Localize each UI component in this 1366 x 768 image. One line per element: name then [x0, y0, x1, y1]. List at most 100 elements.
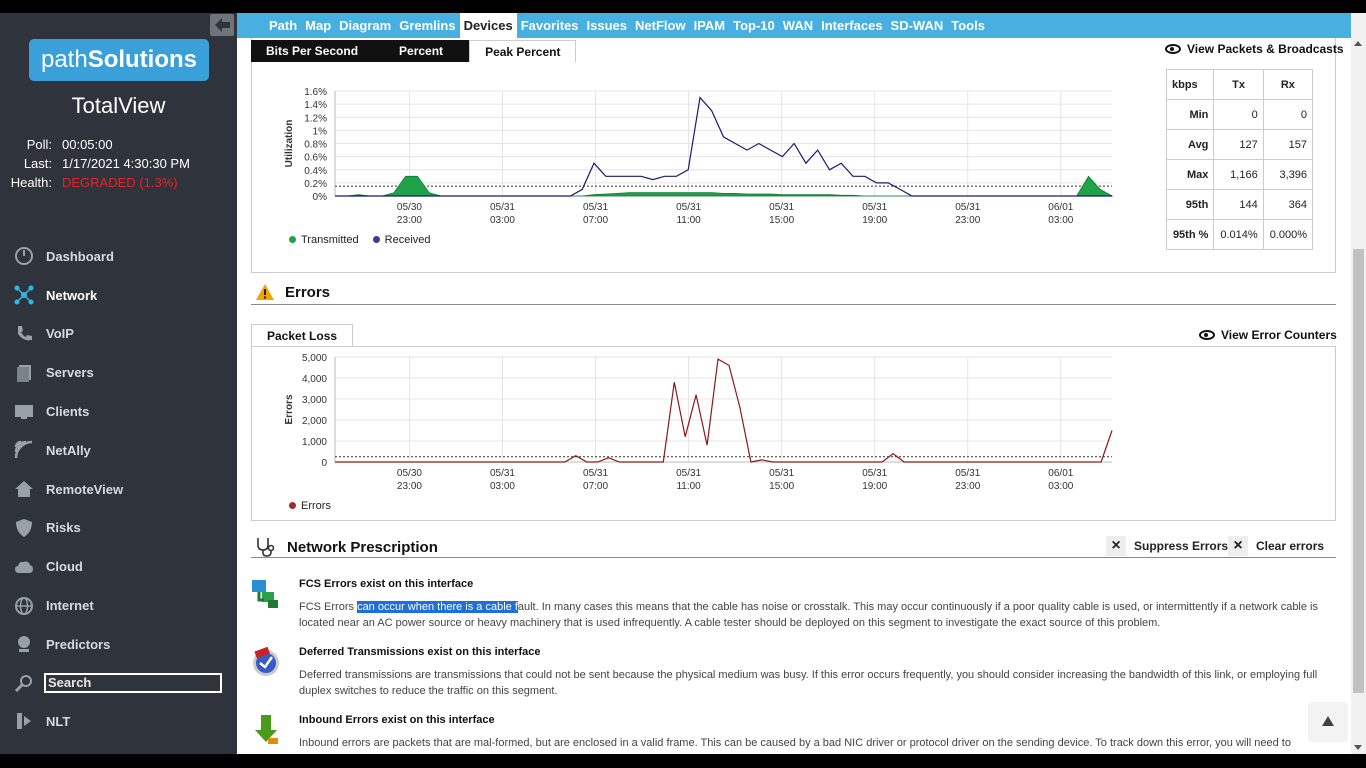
tab-ipam[interactable]: IPAM	[690, 13, 730, 38]
sidebar-item-voip[interactable]: VoIP	[0, 315, 237, 354]
sidebar-item-dashboard[interactable]: Dashboard	[0, 237, 237, 276]
view-error-counters-link[interactable]: View Error Counters	[1199, 328, 1337, 342]
sidebar-item-label: Clients	[46, 404, 90, 420]
tab-packet-loss[interactable]: Packet Loss	[251, 324, 354, 346]
collapse-sidebar-button[interactable]	[210, 14, 234, 36]
prescription-item-fcs: FCS Errors exist on this interface FCS E…	[250, 578, 1340, 638]
errors-section-title: Errors	[255, 283, 330, 301]
stethoscope-icon	[257, 538, 275, 557]
sidebar-item-remoteview[interactable]: RemoteView	[0, 470, 237, 509]
x-tick-label: 06/01	[1048, 468, 1073, 479]
prescription-item-inbound: Inbound Errors exist on this interface I…	[250, 714, 1340, 754]
tab-wan[interactable]: WAN	[779, 13, 817, 38]
x-tick-label: 03:00	[1048, 215, 1073, 226]
y-tick-label: 4,000	[302, 374, 327, 385]
tab-top10[interactable]: Top-10	[729, 13, 779, 38]
product-name: TotalView	[71, 93, 166, 118]
health-label: Health:	[10, 175, 52, 190]
utilization-tabs: Bits Per Second Percent Peak Percent	[251, 40, 577, 62]
sidebar-item-servers[interactable]: Servers	[0, 353, 237, 392]
tab-tools[interactable]: Tools	[947, 13, 989, 38]
clear-errors-button[interactable]: × Clear errors	[1228, 536, 1324, 556]
vertical-scrollbar[interactable]	[1351, 13, 1366, 754]
y-tick-label: 3,000	[302, 395, 327, 406]
prescription-title: Deferred Transmissions exist on this int…	[299, 646, 541, 658]
tab-favorites[interactable]: Favorites	[517, 13, 583, 38]
tab-path[interactable]: Path	[265, 13, 301, 38]
shield-icon	[13, 518, 35, 538]
cloud-icon	[13, 557, 35, 577]
y-tick-label: 1,000	[302, 437, 327, 448]
sidebar-item-label: Predictors	[46, 636, 111, 652]
x-tick-label: 05/31	[583, 202, 608, 213]
sidebar-item-label: Network	[46, 287, 98, 303]
x-tick-label: 03:00	[490, 215, 515, 226]
top-navigation: Path Map Diagram Gremlins Devices Favori…	[237, 13, 1351, 38]
tab-map[interactable]: Map	[301, 13, 335, 38]
tab-devices[interactable]: Devices	[459, 13, 517, 38]
sidebar-item-label: NetAlly	[46, 442, 91, 458]
x-tick-label: 07:00	[583, 481, 608, 492]
x-tick-label: 05/31	[862, 468, 887, 479]
sidebar-item-cloud[interactable]: Cloud	[0, 547, 237, 586]
scroll-thumb[interactable]	[1353, 249, 1364, 693]
x-tick-label: 23:00	[955, 481, 980, 492]
sidebar-item-network[interactable]: Network	[0, 276, 237, 315]
inbound-arrow-icon	[255, 715, 278, 744]
sidebar-item-predictors[interactable]: Predictors	[0, 625, 237, 664]
sidebar-item-risks[interactable]: Risks	[0, 509, 237, 548]
y-tick-label: 1%	[313, 126, 328, 137]
y-tick-label: 1.6%	[304, 87, 327, 98]
pathsolutions-logo: pathSolutions	[29, 39, 209, 81]
tab-sdwan[interactable]: SD-WAN	[887, 13, 948, 38]
x-tick-label: 15:00	[769, 215, 794, 226]
table-row: 95th % 0.014% 0.000%	[1165, 219, 1314, 250]
x-tick-label: 05/31	[955, 468, 980, 479]
x-tick-label: 23:00	[397, 215, 422, 226]
top-black-bar	[0, 0, 1366, 13]
sidebar-item-label: Internet	[46, 598, 94, 614]
clear-errors-label: Clear errors	[1256, 539, 1325, 553]
signal-icon	[13, 440, 35, 460]
gauge-icon	[13, 246, 35, 266]
x-tick-label: 05/31	[769, 202, 794, 213]
tab-gremlins[interactable]: Gremlins	[395, 13, 459, 38]
eye-icon	[1199, 330, 1215, 340]
sidebar-item-nlt[interactable]: NLT	[0, 702, 237, 741]
sidebar-item-internet[interactable]: Internet	[0, 586, 237, 625]
scroll-down-arrow-icon[interactable]	[1354, 745, 1362, 750]
tab-netflow[interactable]: NetFlow	[631, 13, 690, 38]
y-tick-label: 2,000	[302, 416, 327, 427]
scroll-up-arrow-icon[interactable]	[1354, 41, 1362, 46]
tab-issues[interactable]: Issues	[583, 13, 631, 38]
tab-peak-percent[interactable]: Peak Percent	[469, 40, 577, 62]
tab-diagram[interactable]: Diagram	[335, 13, 395, 38]
table-row: Max 1,166 3,396	[1165, 159, 1314, 190]
tab-bits-per-second[interactable]: Bits Per Second	[251, 40, 374, 62]
search-input[interactable]	[44, 672, 222, 693]
close-icon: ×	[1106, 536, 1126, 556]
series-received-line	[335, 96, 1112, 197]
server-icon	[13, 363, 35, 383]
view-packets-broadcasts-link[interactable]: View Packets & Broadcasts	[1165, 42, 1344, 56]
prescription-body: Deferred transmissions are transmissions…	[299, 669, 1318, 697]
x-tick-label: 05/31	[955, 202, 980, 213]
sidebar-nav: Dashboard Network VoIP Servers Clients N…	[0, 237, 237, 741]
suppress-errors-button[interactable]: × Suppress Errors	[1106, 536, 1228, 556]
sidebar-item-label: Servers	[46, 365, 94, 381]
tab-percent[interactable]: Percent	[373, 40, 470, 62]
x-tick-label: 05/31	[490, 468, 515, 479]
arrow-left-icon	[215, 18, 230, 32]
x-tick-label: 05/30	[397, 202, 422, 213]
y-tick-label: 1.2%	[304, 113, 327, 124]
series-errors-line	[335, 358, 1113, 463]
scroll-to-top-button[interactable]	[1308, 702, 1348, 742]
sidebar-item-clients[interactable]: Clients	[0, 392, 237, 431]
tab-interfaces[interactable]: Interfaces	[817, 13, 886, 38]
poll-value: 00:05:00	[62, 137, 113, 152]
table-row: 95th 144 364	[1165, 189, 1314, 220]
x-tick-label: 23:00	[955, 215, 980, 226]
sidebar-item-netally[interactable]: NetAlly	[0, 431, 237, 470]
x-tick-label: 05/31	[769, 468, 794, 479]
view-packets-label: View Packets & Broadcasts	[1187, 42, 1344, 56]
